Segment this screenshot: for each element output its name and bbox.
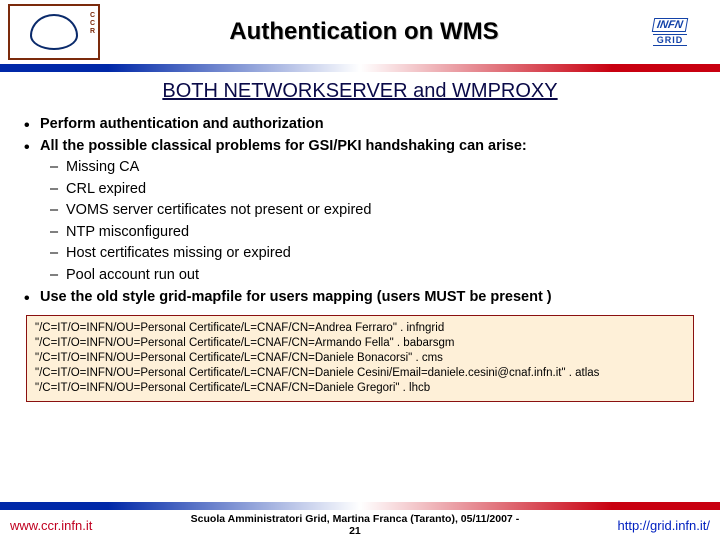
sub-bullet-item: VOMS server certificates not present or … [22, 201, 698, 221]
code-line: "/C=IT/O=INFN/OU=Personal Certificate/L=… [35, 366, 685, 381]
sub-bullet-item: CRL expired [22, 180, 698, 200]
infn-grid-logo: INFN GRID [628, 5, 712, 59]
sub-bullet-item: Pool account run out [22, 266, 698, 286]
bullet-item: Perform authentication and authorization [22, 115, 698, 135]
footer-right-url: http://grid.infn.it/ [618, 518, 711, 533]
accent-bar-bottom [0, 502, 720, 510]
ccr-logo-text: CCR [90, 12, 95, 36]
footer-page-number: 21 [349, 525, 361, 537]
bullet-item: Use the old style grid-mapfile for users… [22, 288, 698, 308]
code-line: "/C=IT/O=INFN/OU=Personal Certificate/L=… [35, 381, 685, 396]
slide-subtitle: BOTH NETWORKSERVER and WMPROXY [0, 80, 720, 103]
accent-bar-top [0, 64, 720, 72]
code-line: "/C=IT/O=INFN/OU=Personal Certificate/L=… [35, 351, 685, 366]
sub-bullet-item: NTP misconfigured [22, 223, 698, 243]
footer-center-text: Scuola Amministratori Grid, Martina Fran… [191, 513, 520, 537]
slide-title: Authentication on WMS [100, 18, 628, 46]
sub-bullet-item: Host certificates missing or expired [22, 244, 698, 264]
slide-content: Perform authentication and authorization… [0, 115, 720, 307]
footer-event: Scuola Amministratori Grid, Martina Fran… [191, 513, 520, 525]
code-line: "/C=IT/O=INFN/OU=Personal Certificate/L=… [35, 321, 685, 336]
infn-text: INFN [652, 18, 688, 32]
ccr-logo: CCR [8, 4, 100, 60]
footer-left-url: www.ccr.infn.it [10, 518, 92, 533]
grid-text: GRID [653, 34, 688, 46]
slide-footer: www.ccr.infn.it Scuola Amministratori Gr… [0, 502, 720, 540]
bullet-item: All the possible classical problems for … [22, 137, 698, 157]
ccr-logo-swirl [30, 14, 78, 50]
code-line: "/C=IT/O=INFN/OU=Personal Certificate/L=… [35, 336, 685, 351]
slide-header: CCR Authentication on WMS INFN GRID [0, 0, 720, 64]
sub-bullet-item: Missing CA [22, 158, 698, 178]
grid-mapfile-example: "/C=IT/O=INFN/OU=Personal Certificate/L=… [26, 315, 694, 402]
